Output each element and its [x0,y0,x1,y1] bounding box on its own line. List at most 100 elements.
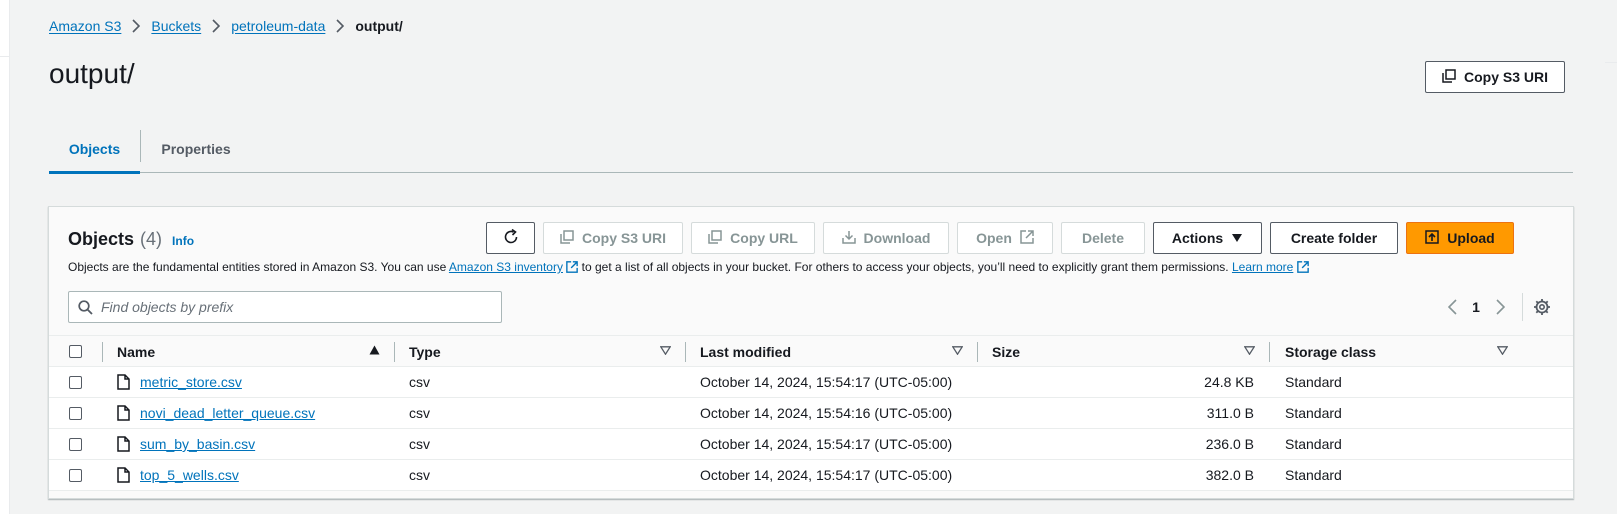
copy-url-button[interactable]: Copy URL [691,222,815,254]
actions-label: Actions [1171,230,1224,246]
copy-icon [708,229,722,247]
row-checkbox[interactable] [69,375,82,389]
copy-s3-uri-button[interactable]: Copy S3 URI [1425,61,1565,93]
copy-s3-uri-toolbar-button[interactable]: Copy S3 URI [543,222,683,254]
divider [1605,62,1617,63]
size-cell: 311.0 B [1206,405,1254,421]
select-all-checkbox[interactable] [69,345,82,358]
create-folder-label: Create folder [1290,230,1378,246]
file-icon [117,429,130,459]
tab-objects[interactable]: Objects [49,126,140,174]
external-link-icon [1020,229,1034,247]
upload-label: Upload [1447,230,1495,246]
sort-descending-icon[interactable] [1243,346,1256,358]
column-divider [102,342,103,362]
open-label: Open [976,230,1012,246]
breadcrumb-buckets[interactable]: Buckets [151,18,201,34]
size-cell: 382.0 B [1205,467,1254,483]
storage-class-cell: Standard [1285,405,1342,421]
column-header-name[interactable]: Name [117,336,155,367]
tab-bar: Objects Properties [49,126,1573,174]
panel-description: Objects are the fundamental entities sto… [68,260,1309,276]
table-row[interactable]: novi_dead_letter_queue.csv csv October 1… [49,398,1573,429]
actions-dropdown[interactable]: Actions [1153,222,1262,254]
column-header-storage-class[interactable]: Storage class [1285,336,1376,367]
search-icon [78,299,93,315]
table-row[interactable]: metric_store.csv csv October 14, 2024, 1… [49,367,1573,398]
storage-class-cell: Standard [1285,374,1342,390]
copy-icon [560,229,574,247]
sort-descending-icon[interactable] [1496,346,1509,358]
delete-button[interactable]: Delete [1061,222,1145,254]
external-link-icon [1296,261,1309,276]
pagination: 1 [1442,293,1551,321]
breadcrumb-amazon-s3[interactable]: Amazon S3 [49,18,121,34]
upload-button[interactable]: Upload [1406,222,1514,254]
chevron-left-icon[interactable] [1442,293,1462,321]
download-label: Download [863,230,931,246]
chevron-right-icon [201,19,231,33]
panel-header: Objects (4) Info [68,229,194,250]
learn-more-link[interactable]: Learn more [1232,260,1293,274]
download-icon [841,230,856,247]
description-text: to get a list of all objects in your buc… [578,260,1232,274]
last-modified-cell: October 14, 2024, 15:54:17 (UTC-05:00) [700,436,953,452]
table-row[interactable]: sum_by_basin.csv csv October 14, 2024, 1… [49,429,1573,460]
chevron-right-icon[interactable] [1490,293,1510,321]
storage-class-cell: Standard [1285,436,1342,452]
object-name-link[interactable]: novi_dead_letter_queue.csv [140,405,315,421]
select-all-cell [69,336,82,367]
type-cell: csv [409,436,430,452]
copy-s3-uri-toolbar-label: Copy S3 URI [581,230,666,246]
table-row[interactable]: top_5_wells.csv csv October 14, 2024, 15… [49,460,1573,491]
file-icon [117,460,130,490]
objects-table: Name Type Last modified Size Storage cla… [49,335,1573,491]
column-divider [394,342,395,362]
storage-class-cell: Standard [1285,467,1342,483]
open-button[interactable]: Open [957,222,1053,254]
chevron-right-icon [325,19,355,33]
copy-url-label: Copy URL [730,230,798,246]
sort-descending-icon[interactable] [659,346,672,358]
last-modified-cell: October 14, 2024, 15:54:17 (UTC-05:00) [700,467,953,483]
size-cell: 24.8 KB [1204,374,1254,390]
sort-descending-icon[interactable] [951,346,964,358]
type-cell: csv [409,374,430,390]
objects-panel: Objects (4) Info Copy S3 URI Copy URL Do… [48,206,1574,499]
column-divider [685,342,686,362]
last-modified-cell: October 14, 2024, 15:54:17 (UTC-05:00) [700,374,953,390]
object-name-link[interactable]: metric_store.csv [140,374,242,390]
column-header-size[interactable]: Size [992,336,1020,367]
gear-icon[interactable] [1533,298,1551,316]
row-checkbox[interactable] [69,468,82,482]
create-folder-button[interactable]: Create folder [1270,222,1398,254]
main-content: Amazon S3 Buckets petroleum-data output/… [9,0,1617,514]
refresh-icon [502,228,520,249]
tab-properties[interactable]: Properties [141,126,251,172]
column-divider [1269,342,1270,362]
inventory-link[interactable]: Amazon S3 inventory [449,260,563,274]
description-text: Objects are the fundamental entities sto… [68,260,449,274]
object-count: (4) [140,229,163,249]
breadcrumb-bucket[interactable]: petroleum-data [231,18,325,34]
breadcrumb: Amazon S3 Buckets petroleum-data output/ [49,18,403,34]
column-header-last-modified[interactable]: Last modified [700,336,791,367]
object-name-link[interactable]: top_5_wells.csv [140,467,239,483]
divider [0,56,9,57]
refresh-button[interactable] [486,222,535,254]
column-header-type[interactable]: Type [409,336,441,367]
search-input[interactable] [101,299,491,315]
column-divider [977,342,978,362]
row-checkbox[interactable] [69,406,82,420]
object-name-link[interactable]: sum_by_basin.csv [140,436,255,452]
current-page[interactable]: 1 [1462,299,1490,315]
row-checkbox[interactable] [69,437,82,451]
page-title: output/ [49,58,135,89]
last-modified-cell: October 14, 2024, 15:54:16 (UTC-05:00) [700,405,953,421]
upload-icon [1425,229,1440,247]
download-button[interactable]: Download [823,222,949,254]
chevron-right-icon [121,19,151,33]
info-link[interactable]: Info [172,234,194,248]
copy-s3-uri-label: Copy S3 URI [1463,69,1548,85]
sort-ascending-icon[interactable] [369,345,380,358]
